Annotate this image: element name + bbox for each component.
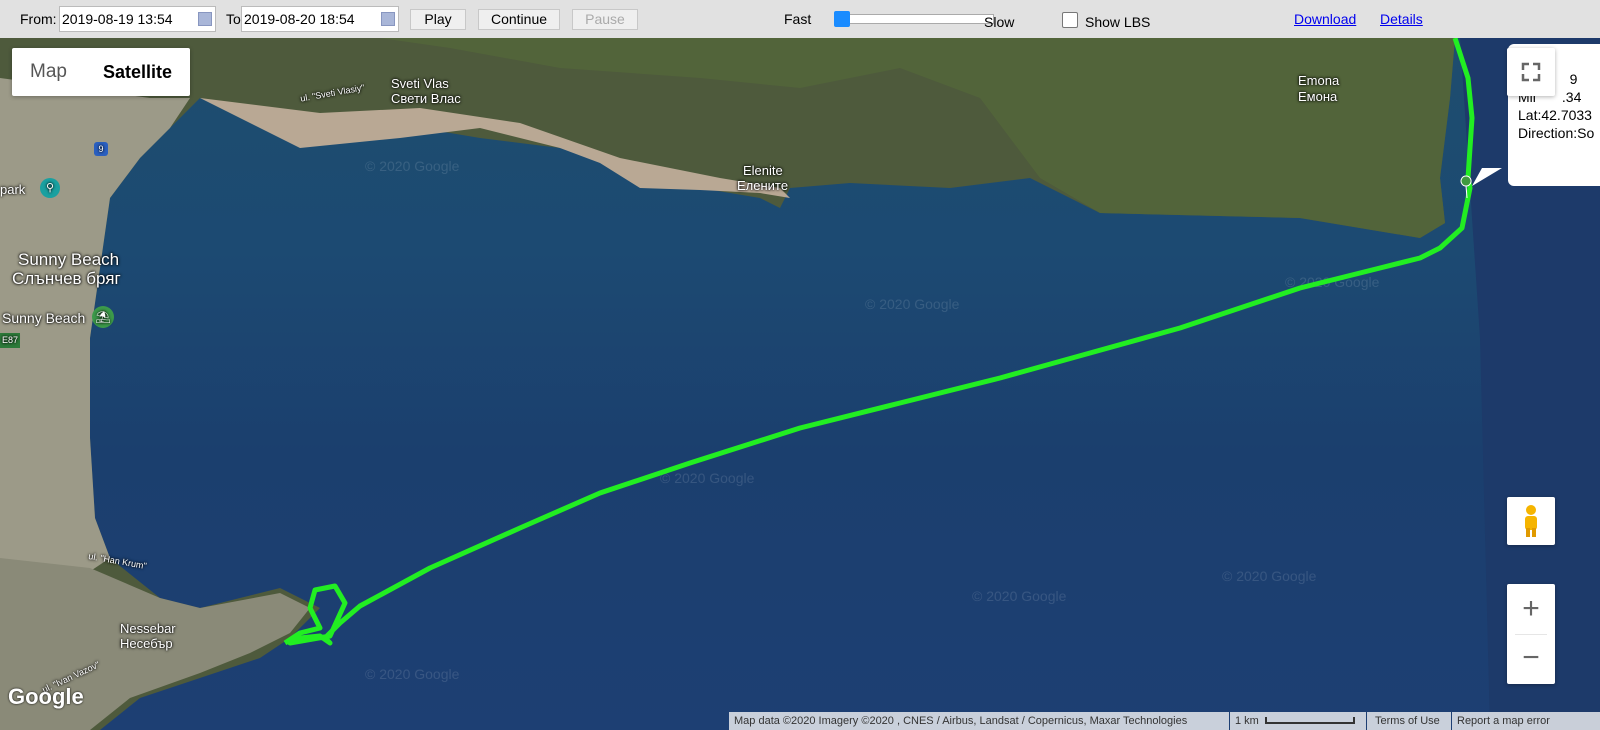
map-label: park xyxy=(0,182,26,197)
zoom-control: + − xyxy=(1507,584,1555,684)
map-type-control: Map Satellite xyxy=(12,48,190,96)
map-label: Слънчев бряг xyxy=(12,269,121,288)
info-direction: Direction:So xyxy=(1518,125,1595,141)
map-label: Elenite xyxy=(743,163,783,178)
beach-poi-icon[interactable]: ⛱ xyxy=(92,306,114,328)
from-label: From: xyxy=(20,11,57,27)
map-label: Еленитe xyxy=(737,178,789,193)
report-map-error-link[interactable]: Report a map error xyxy=(1452,712,1600,730)
road-shield: E87 xyxy=(0,333,21,348)
fullscreen-button[interactable] xyxy=(1507,48,1555,96)
road-shield: 9 xyxy=(94,142,108,156)
play-button[interactable]: Play xyxy=(410,9,466,30)
google-logo[interactable]: Google xyxy=(8,684,84,710)
to-date-input[interactable]: 2019-08-20 18:54 xyxy=(241,6,399,32)
toolbar: From: 2019-08-19 13:54 To 2019-08-20 18:… xyxy=(0,0,1600,38)
map-label: Несебър xyxy=(120,636,173,651)
show-lbs-label: Show LBS xyxy=(1085,14,1151,30)
from-date-input[interactable]: 2019-08-19 13:54 xyxy=(59,6,216,32)
details-link[interactable]: Details xyxy=(1380,11,1423,27)
fast-label: Fast xyxy=(784,11,812,27)
terms-of-use-link[interactable]: Terms of Use xyxy=(1367,712,1451,730)
show-lbs-checkbox[interactable] xyxy=(1062,12,1078,28)
speed-slider-thumb[interactable] xyxy=(834,11,850,27)
speed-slider[interactable] xyxy=(834,11,994,27)
divider xyxy=(1515,634,1547,635)
map[interactable]: © 2020 Google © 2020 Google © 2020 Googl… xyxy=(0,38,1600,730)
continue-button[interactable]: Continue xyxy=(478,9,560,30)
calendar-icon[interactable] xyxy=(381,12,395,26)
map-label: Nessebar xyxy=(120,621,176,636)
map-label: Emona xyxy=(1298,73,1340,88)
to-date-value: 2019-08-20 18:54 xyxy=(244,11,355,27)
street-view-pegman-button[interactable] xyxy=(1507,497,1555,545)
slow-label: Slow xyxy=(984,14,1015,30)
map-label: Sunny Beach xyxy=(2,310,86,326)
info-lat: Lat:42.7033 xyxy=(1518,107,1592,123)
to-label: To xyxy=(226,11,241,27)
zoom-out-button[interactable]: − xyxy=(1507,634,1555,684)
scale-bar-line xyxy=(1264,717,1355,724)
map-label: Свети Влас xyxy=(391,91,461,106)
map-label: Sunny Beach xyxy=(18,250,120,269)
park-poi-icon[interactable]: ⚲ xyxy=(40,178,60,198)
download-link[interactable]: Download xyxy=(1294,11,1356,27)
map-label: Sveti Vlas xyxy=(391,76,449,91)
track-line xyxy=(283,38,1475,646)
zoom-in-button[interactable]: + xyxy=(1507,584,1555,634)
pegman-icon xyxy=(1525,505,1537,537)
map-label: Емона xyxy=(1298,89,1338,104)
map-type-satellite-button[interactable]: Satellite xyxy=(85,48,190,96)
track-route xyxy=(283,38,1475,646)
fullscreen-icon xyxy=(1521,62,1541,82)
from-date-value: 2019-08-19 13:54 xyxy=(62,11,173,27)
map-type-map-button[interactable]: Map xyxy=(12,48,85,96)
scale-bar[interactable]: 1 km xyxy=(1230,712,1366,730)
map-attribution: Map data ©2020 Imagery ©2020 , CNES / Ai… xyxy=(729,712,1229,730)
calendar-icon[interactable] xyxy=(198,12,212,26)
info-window-tail xyxy=(1472,168,1502,186)
pause-button[interactable]: Pause xyxy=(572,9,638,30)
